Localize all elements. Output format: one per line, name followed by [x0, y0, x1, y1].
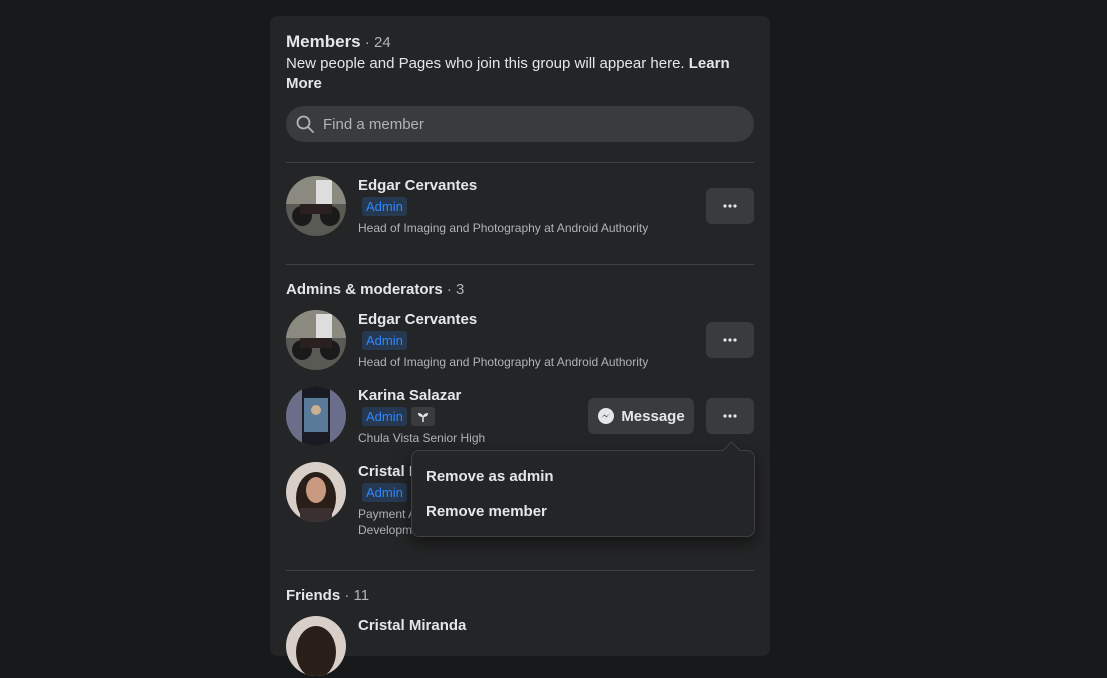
avatar[interactable] — [286, 616, 346, 676]
member-options-menu: Remove as admin Remove member — [411, 441, 755, 537]
member-row: Cristal Miranda — [286, 616, 754, 678]
member-badges: Admin — [362, 197, 407, 216]
divider — [286, 264, 754, 265]
admins-section-title: Admins & moderators · 3 — [286, 280, 464, 300]
admin-badge: Admin — [362, 197, 407, 216]
message-label: Message — [621, 407, 685, 425]
avatar[interactable] — [286, 462, 346, 522]
avatar[interactable] — [286, 310, 346, 370]
remove-member-item[interactable]: Remove member — [426, 502, 547, 522]
member-name[interactable]: Edgar Cervantes — [358, 176, 477, 196]
member-name[interactable]: Cristal Miranda — [358, 616, 466, 636]
members-heading: Members · 24 — [286, 32, 391, 53]
member-description-line: Developm — [358, 523, 413, 537]
member-row: Karina Salazar Admin Chula Vista Senior … — [286, 386, 754, 448]
divider — [286, 570, 754, 571]
admin-badge: Admin — [362, 483, 407, 502]
member-badges: Admin — [362, 407, 435, 426]
more-dots-icon — [723, 338, 737, 342]
avatar[interactable] — [286, 176, 346, 236]
admin-badge: Admin — [362, 407, 407, 426]
members-subtitle: New people and Pages who join this group… — [286, 54, 746, 94]
more-options-button-active[interactable] — [706, 398, 754, 434]
members-card: Members · 24 New people and Pages who jo… — [270, 16, 770, 676]
admins-count: · 3 — [442, 281, 465, 298]
member-name[interactable]: Edgar Cervantes — [358, 310, 477, 330]
search-icon — [296, 115, 314, 133]
member-description: Head of Imaging and Photography at Andro… — [358, 355, 649, 369]
search-input[interactable] — [321, 114, 725, 134]
avatar[interactable] — [286, 386, 346, 446]
members-title: Members — [286, 32, 361, 51]
divider — [286, 162, 754, 163]
member-description: Payment A Developm — [358, 506, 416, 538]
member-row: Edgar Cervantes Admin Head of Imaging an… — [286, 310, 754, 372]
messenger-icon — [598, 408, 615, 424]
member-description: Chula Vista Senior High — [358, 431, 486, 445]
sprout-icon — [410, 407, 435, 426]
admin-badge: Admin — [362, 331, 407, 350]
more-options-button[interactable] — [706, 188, 754, 224]
member-description: Head of Imaging and Photography at Andro… — [358, 221, 649, 235]
member-row: Edgar Cervantes Admin Head of Imaging an… — [286, 176, 754, 238]
member-name[interactable]: Karina Salazar — [358, 386, 461, 406]
more-dots-icon — [723, 414, 737, 418]
member-description-line: Payment A — [358, 507, 417, 521]
members-subtitle-text: New people and Pages who join this group… — [286, 55, 685, 72]
more-dots-icon — [723, 204, 737, 208]
admins-title: Admins & moderators — [286, 281, 443, 298]
friends-title: Friends — [286, 587, 341, 604]
friends-section-title: Friends · 11 — [286, 586, 369, 606]
members-count: · 24 — [360, 34, 391, 51]
message-button[interactable]: Message — [588, 398, 694, 434]
more-options-button[interactable] — [706, 322, 754, 358]
member-badges: Admin — [362, 331, 407, 350]
remove-as-admin-item[interactable]: Remove as admin — [426, 467, 554, 487]
member-badges: Admin — [362, 483, 407, 502]
friends-count: · 11 — [340, 587, 370, 604]
member-search-box[interactable] — [286, 106, 754, 142]
